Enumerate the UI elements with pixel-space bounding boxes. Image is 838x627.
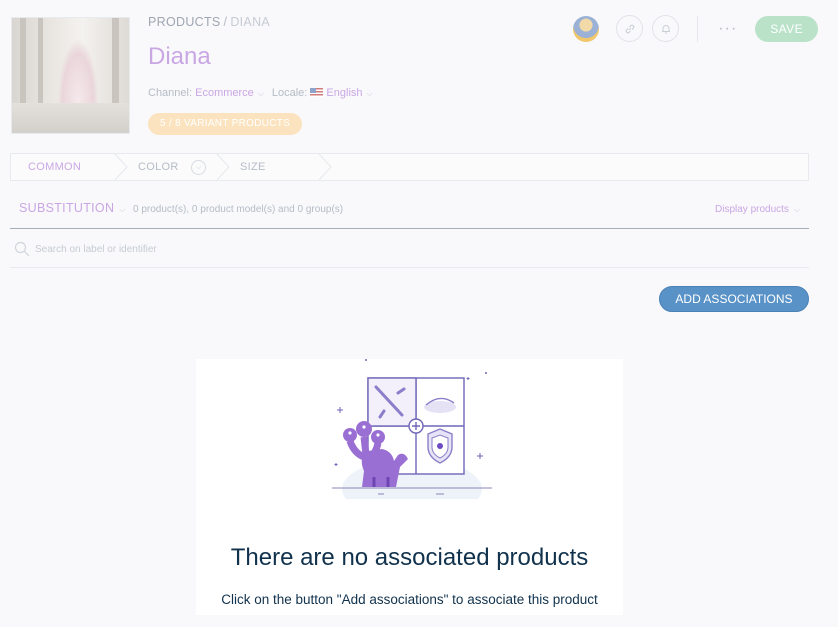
empty-state-subtitle: Click on the button "Add associations" t… — [221, 592, 598, 607]
notifications-button[interactable] — [652, 15, 680, 42]
empty-state: There are no associated products Click o… — [196, 359, 623, 615]
product-image — [11, 17, 130, 134]
us-flag-icon — [310, 88, 324, 97]
user-avatar[interactable] — [573, 15, 600, 42]
association-type-selector[interactable]: SUBSTITUTION ⌵ — [19, 201, 126, 215]
channel-label: Channel: — [148, 87, 193, 99]
chevron-down-icon: ⌵ — [119, 205, 126, 214]
breadcrumb-separator: / — [223, 15, 228, 29]
locale-label: Locale: — [271, 87, 308, 99]
association-count: 0 product(s), 0 product model(s) and 0 g… — [133, 204, 344, 215]
association-type-label: SUBSTITUTION — [19, 201, 115, 215]
tab-chevron-separator — [318, 154, 332, 180]
more-options-button[interactable]: ··· — [718, 20, 737, 36]
display-products-label: Display products — [715, 204, 789, 215]
tab-size[interactable]: SIZE — [240, 154, 266, 180]
chevron-down-icon: ⌵ — [793, 205, 800, 214]
empty-associations-illustration — [332, 359, 492, 499]
variant-products-badge[interactable]: 5 / 8 VARIANT PRODUCTS — [148, 113, 303, 135]
association-bar: SUBSTITUTION ⌵ 0 product(s), 0 product mo… — [10, 197, 809, 229]
channel-switcher[interactable]: Channel: Ecommerce ⌵ — [148, 87, 264, 99]
display-products-selector[interactable]: Display products ⌵ — [715, 204, 800, 215]
save-button[interactable]: SAVE — [755, 15, 818, 42]
empty-state-title: There are no associated products — [230, 544, 589, 571]
breadcrumb-current: DIANA — [230, 15, 271, 29]
breadcrumb: PRODUCTS / DIANA — [148, 15, 270, 29]
context-switcher: Channel: Ecommerce ⌵ Locale: English ⌵ — [148, 87, 373, 99]
search-input[interactable] — [35, 239, 535, 259]
chevron-down-icon[interactable]: ⌵ — [191, 160, 206, 175]
channel-value: Ecommerce — [195, 87, 254, 99]
link-icon — [625, 24, 635, 33]
bell-icon — [661, 24, 670, 33]
tab-color[interactable]: COLOR — [138, 154, 179, 180]
chevron-down-icon: ⌵ — [366, 89, 373, 98]
tab-common[interactable]: COMMON — [28, 154, 81, 180]
search-bar — [10, 232, 809, 268]
locale-switcher[interactable]: Locale: English ⌵ — [272, 87, 373, 99]
tab-chevron-separator — [216, 154, 230, 180]
tab-chevron-separator — [114, 154, 128, 180]
breadcrumb-products-link[interactable]: PRODUCTS — [148, 15, 221, 29]
chevron-down-icon: ⌵ — [257, 89, 264, 98]
link-button[interactable] — [616, 15, 644, 42]
header-divider — [697, 15, 699, 42]
page-title: Diana — [148, 43, 211, 70]
locale-value: English — [326, 87, 363, 99]
variant-tabs: COMMON COLOR ⌵ SIZE — [10, 153, 809, 181]
add-associations-button[interactable]: ADD ASSOCIATIONS — [659, 286, 809, 312]
search-icon — [14, 241, 30, 257]
header-actions: ··· SAVE — [573, 15, 818, 42]
